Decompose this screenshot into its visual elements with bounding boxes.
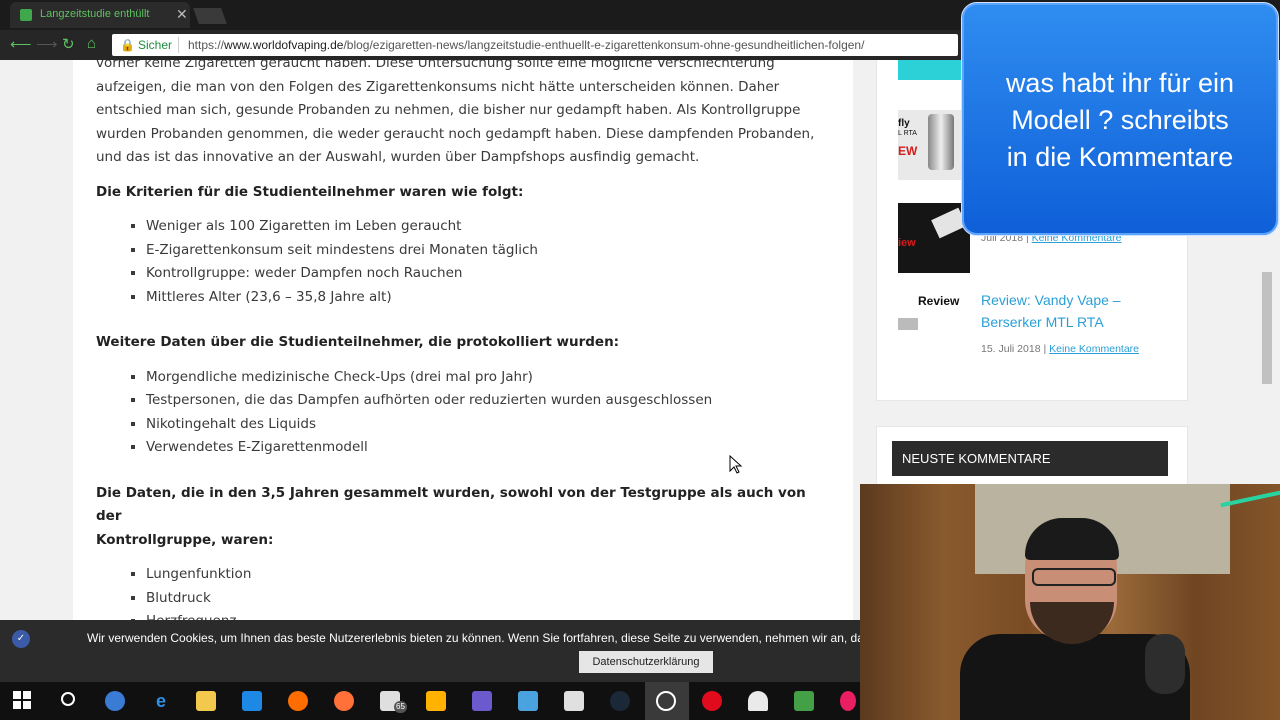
comments-link[interactable]: Keine Kommentare — [1049, 343, 1139, 355]
search-icon[interactable] — [58, 691, 78, 711]
url-separator — [178, 37, 179, 53]
article-body: vorher keine Zigaretten geraucht haben. … — [73, 60, 853, 620]
app-icon[interactable] — [748, 691, 768, 711]
data-heading: Weitere Daten über die Studienteilnehmer… — [96, 334, 620, 350]
mail-icon[interactable]: 65 — [380, 691, 407, 713]
collected-heading: Die Daten, die in den 3,5 Jahren gesamme… — [96, 484, 806, 548]
list-item: Mittleres Alter (23,6 – 35,8 Jahre alt) — [146, 286, 831, 310]
list-item: Nikotingehalt des Liquids — [146, 413, 831, 437]
reload-icon[interactable]: ↻ — [62, 35, 75, 53]
post-thumbnail[interactable] — [898, 60, 970, 80]
scrollbar-thumb[interactable] — [1262, 272, 1272, 384]
microphone — [1145, 634, 1185, 694]
list-item: Blutdruck — [146, 587, 831, 611]
file-explorer-icon[interactable] — [196, 691, 216, 711]
app-icon[interactable] — [518, 691, 538, 711]
close-tab-icon[interactable]: ✕ — [176, 6, 188, 23]
privacy-policy-button[interactable]: Datenschutzerklärung — [579, 651, 713, 673]
list-item: Testpersonen, die das Dampfen aufhörten … — [146, 389, 831, 413]
url-input[interactable]: 🔒 Sicher https://www.worldofvaping.de/bl… — [112, 34, 958, 56]
intro-line: vorher keine Zigaretten geraucht haben. … — [96, 60, 775, 71]
list-item: Lungenfunktion — [146, 563, 831, 587]
firefox-icon[interactable] — [334, 691, 354, 711]
steam-icon[interactable] — [610, 691, 630, 711]
lock-icon: 🔒 — [120, 38, 135, 52]
edge-icon[interactable]: e — [151, 691, 171, 711]
post-thumbnail[interactable]: fly L RTA EW — [898, 110, 970, 180]
mail-badge: 65 — [394, 701, 407, 713]
person-glasses — [1032, 568, 1116, 586]
store-icon[interactable] — [242, 691, 262, 711]
forward-arrow-icon[interactable]: ⟶ — [36, 35, 58, 53]
list-item: Herzfrequenz — [146, 610, 831, 620]
video-text-overlay: was habt ihr für ein Modell ? schreibts … — [961, 2, 1279, 236]
taskbar: e 65 — [0, 682, 860, 720]
new-tab-button[interactable] — [193, 8, 227, 24]
home-icon[interactable]: ⌂ — [87, 35, 96, 52]
overlay-line: Modell ? schreibts — [1011, 105, 1229, 135]
app-icon[interactable] — [426, 691, 446, 711]
secure-label: Sicher — [138, 38, 173, 52]
opera-icon[interactable] — [702, 691, 722, 711]
intro-paragraph: vorher keine Zigaretten geraucht haben. … — [96, 60, 831, 170]
intro-line: wurden Probanden genommen, die weder ger… — [96, 125, 815, 142]
app-icon[interactable] — [105, 691, 125, 711]
app-icon[interactable] — [472, 691, 492, 711]
list-item: Kontrollgruppe: weder Dampfen noch Rauch… — [146, 262, 831, 286]
criteria-list: Weniger als 100 Zigaretten im Leben gera… — [96, 215, 831, 309]
back-arrow-icon[interactable]: ⟵ — [10, 35, 32, 53]
overlay-line: was habt ihr für ein — [1005, 68, 1235, 98]
obs-icon[interactable] — [656, 691, 676, 711]
windows-start-icon[interactable] — [12, 691, 32, 711]
overlay-line: in die Kommentare — [1006, 142, 1234, 172]
collected-list: Lungenfunktion Blutdruck Herzfrequenz — [96, 563, 831, 620]
widget-title: NEUSTE KOMMENTARE — [892, 441, 1168, 476]
site-favicon-icon — [20, 9, 32, 21]
url-text: https://www.worldofvaping.de/blog/ezigar… — [188, 38, 865, 52]
intro-line: und das ist das innovative an der Auswah… — [96, 149, 700, 165]
post-thumbnail[interactable]: Review — [898, 290, 970, 360]
criteria-heading: Die Kriterien für die Studienteilnehmer … — [96, 183, 524, 200]
post-thumbnail[interactable]: iew — [898, 203, 970, 273]
webcam-feed — [860, 484, 1280, 720]
mouse-cursor-icon — [729, 455, 743, 474]
tab-title: Langzeitstudie enthüllt — [40, 8, 150, 20]
list-item: Morgendliche medizinische Check-Ups (dre… — [146, 366, 831, 390]
data-list: Morgendliche medizinische Check-Ups (dre… — [96, 366, 831, 460]
cookie-text: Wir verwenden Cookies, um Ihnen das best… — [87, 631, 862, 645]
list-item: Weniger als 100 Zigaretten im Leben gera… — [146, 215, 831, 239]
clapperboard-icon[interactable] — [564, 691, 584, 711]
list-item: E-Zigarettenkonsum seit mindestens drei … — [146, 239, 831, 263]
intro-line: entschied man sich, gesunde Probanden zu… — [96, 102, 801, 118]
post-meta: 15. Juli 2018 | Keine Kommentare — [981, 343, 1140, 355]
app-icon[interactable] — [794, 691, 814, 711]
intro-line: aufzeigen, die man von den Folgen des Zi… — [96, 78, 780, 95]
post-title-link[interactable]: Review: Vandy Vape – Berserker MTL RTA — [981, 289, 1121, 333]
shield-icon: ✓ — [12, 630, 30, 648]
origin-icon[interactable] — [288, 691, 308, 711]
itunes-icon[interactable] — [840, 691, 856, 711]
browser-tab[interactable]: Langzeitstudie enthüllt ✕ — [10, 2, 190, 28]
